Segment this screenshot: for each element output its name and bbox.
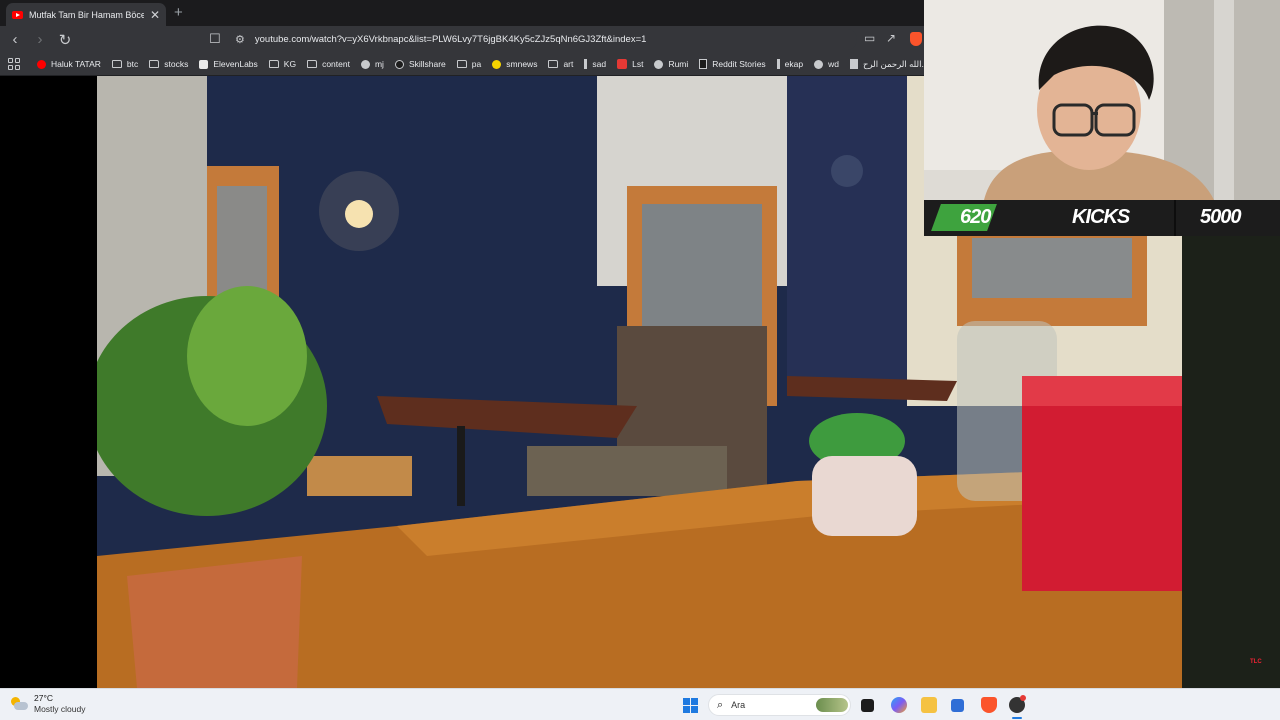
video-sidebar-fill: [1182, 202, 1280, 688]
kicks-count: 620: [960, 206, 991, 228]
address-bar[interactable]: ⚙ youtube.com/watch?v=yX6Vrkbnapc&list=P…: [229, 29, 857, 50]
channel-watermark: TLC: [1250, 659, 1262, 665]
kicks-goal: 5000: [1200, 206, 1241, 228]
apps-icon[interactable]: [8, 58, 20, 70]
bookmark-content[interactable]: content: [307, 59, 350, 69]
v-icon: [584, 59, 588, 69]
reload-button[interactable]: ↻: [55, 30, 75, 50]
bookmark-wd[interactable]: wd: [814, 59, 839, 69]
github-icon: [360, 59, 370, 69]
bookmark-reddit-stories[interactable]: Reddit Stories: [699, 59, 766, 69]
screen: Mutfak Tam Bir Hamam Böceği Yuvası ✕ + ‹…: [0, 0, 1280, 720]
bookmark-smnews[interactable]: smnews: [492, 59, 537, 69]
kicks-label: KICKS: [1072, 206, 1130, 228]
bird-icon: [776, 59, 780, 69]
bookmark-elevenlabs[interactable]: ElevenLabs: [199, 59, 258, 69]
copilot-icon[interactable]: [891, 697, 907, 713]
bookmark-kg[interactable]: KG: [268, 59, 296, 69]
folder-icon: [456, 60, 467, 68]
forward-button[interactable]: ›: [30, 30, 50, 50]
folder-icon: [268, 60, 279, 68]
kicks-counter-bar: 620 KICKS 5000: [924, 200, 1280, 236]
partly-cloudy-icon: [10, 697, 28, 711]
tab-strip: Mutfak Tam Bir Hamam Böceği Yuvası ✕ +: [0, 0, 924, 26]
site-info-icon[interactable]: ⚙: [235, 33, 245, 46]
taskbar-search[interactable]: ⌕ Ara: [708, 694, 851, 716]
bookmark-stocks[interactable]: stocks: [149, 59, 188, 69]
weather-widget[interactable]: 27°C Mostly cloudy: [10, 693, 86, 715]
skillshare-icon: [394, 59, 404, 69]
kicks-separator: [1174, 200, 1176, 236]
close-icon[interactable]: ✕: [150, 9, 160, 21]
globe-icon: [654, 59, 664, 69]
file-explorer-icon[interactable]: [921, 697, 937, 713]
bookmark-ekap[interactable]: ekap: [776, 59, 803, 69]
bookmark-btc[interactable]: btc: [111, 59, 138, 69]
bookmark-art[interactable]: art: [548, 59, 573, 69]
new-tab-button[interactable]: +: [174, 4, 183, 22]
taskbar: 27°C Mostly cloudy ⌕ Ara: [0, 688, 1280, 720]
bookmark-haluk-tatar[interactable]: Haluk TATAR: [37, 59, 101, 69]
book-icon: [849, 59, 858, 69]
windows-start-icon[interactable]: [683, 698, 698, 713]
share-icon[interactable]: ↗: [886, 31, 896, 45]
brave-browser-icon[interactable]: [981, 697, 997, 713]
youtube-icon: [12, 10, 23, 19]
weather-condition: Mostly cloudy: [34, 704, 86, 714]
smiley-icon: [492, 59, 502, 69]
folder-icon: [307, 60, 318, 68]
bookmark-sad[interactable]: sad: [584, 59, 606, 69]
search-highlight-image: [816, 698, 848, 712]
bookmark-pa[interactable]: pa: [456, 59, 481, 69]
bookmark-skillshare[interactable]: Skillshare: [394, 59, 446, 69]
wordpress-icon: [814, 59, 824, 69]
bookmarks-bar: Haluk TATAR btc stocks ElevenLabs KG con…: [0, 53, 924, 75]
search-placeholder: Ara: [731, 700, 746, 710]
bookmark-arabic[interactable]: الله الرحمن الرح...: [849, 59, 924, 70]
s-logo-icon: [617, 59, 628, 69]
bookmark-icon[interactable]: ☐: [209, 31, 221, 47]
folder-icon: [149, 60, 160, 68]
search-icon: ⌕: [717, 698, 724, 711]
browser-window: Mutfak Tam Bir Hamam Böceği Yuvası ✕ + ‹…: [0, 0, 924, 76]
d-logo-icon: [699, 59, 708, 69]
folder-icon: [548, 60, 559, 68]
tab-title: Mutfak Tam Bir Hamam Böceği Yuvası: [29, 9, 144, 20]
back-button[interactable]: ‹: [5, 30, 25, 50]
bookmark-lst[interactable]: Lst: [617, 59, 643, 69]
weather-temperature: 27°C: [34, 693, 53, 703]
tab-active[interactable]: Mutfak Tam Bir Hamam Böceği Yuvası ✕: [6, 3, 166, 26]
browser-toolbar: ‹ › ↻ ☐ ⚙ youtube.com/watch?v=yX6Vrkbnap…: [0, 26, 924, 53]
brave-shield-icon[interactable]: [910, 32, 922, 46]
bookmark-mj[interactable]: mj: [360, 59, 384, 69]
active-app-indicator: [1012, 717, 1022, 719]
task-view-icon[interactable]: [861, 699, 874, 712]
notification-dot: [1020, 695, 1026, 701]
youtube-icon: [37, 59, 46, 69]
webcam-overlay: [924, 0, 1280, 200]
url-text[interactable]: youtube.com/watch?v=yX6Vrkbnapc&list=PLW…: [255, 34, 647, 45]
snipping-tool-icon[interactable]: [951, 699, 964, 712]
cast-icon[interactable]: ▭: [864, 31, 875, 45]
folder-icon: [111, 60, 122, 68]
elevenlabs-icon: [199, 59, 209, 69]
bookmark-rumi[interactable]: Rumi: [654, 59, 688, 69]
